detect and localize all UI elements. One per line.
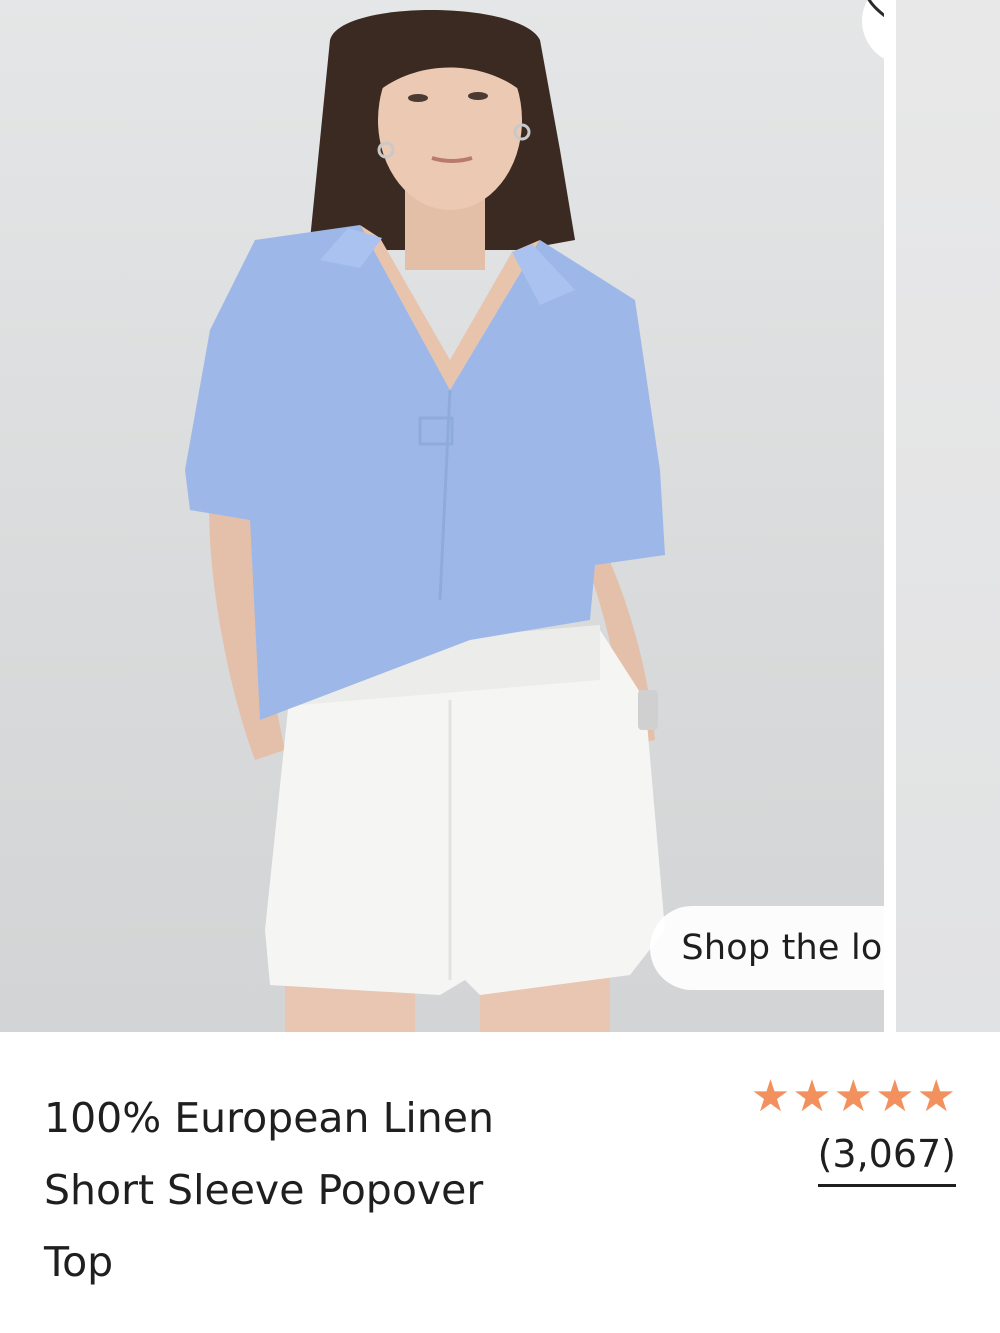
star-rating: ★ ★ ★ ★ ★: [716, 1074, 956, 1120]
review-count-link[interactable]: (3,067): [817, 1132, 956, 1187]
star-icon: ★: [750, 1071, 791, 1122]
star-icon: ★: [875, 1071, 915, 1122]
star-icon: ★: [916, 1071, 956, 1122]
product-image[interactable]: Shop the look: [0, 0, 884, 1032]
model-photo: [185, 10, 665, 1032]
product-rating[interactable]: ★ ★ ★ ★ ★ (3,067): [716, 1074, 956, 1187]
shop-the-look-button[interactable]: Shop the look: [650, 906, 884, 990]
star-icon: ★: [833, 1071, 874, 1122]
product-title-line: 100% European Linen: [44, 1094, 494, 1142]
next-image-peek[interactable]: [896, 0, 1000, 1032]
shop-the-look-label: Shop the look: [681, 928, 884, 968]
product-title-line: Short Sleeve Popover: [44, 1166, 484, 1214]
star-icon: ★: [792, 1071, 832, 1122]
product-title[interactable]: 100% European Linen Short Sleeve Popover…: [44, 1082, 604, 1298]
heart-outline-icon: [867, 0, 884, 18]
product-title-line: Top: [44, 1238, 114, 1286]
